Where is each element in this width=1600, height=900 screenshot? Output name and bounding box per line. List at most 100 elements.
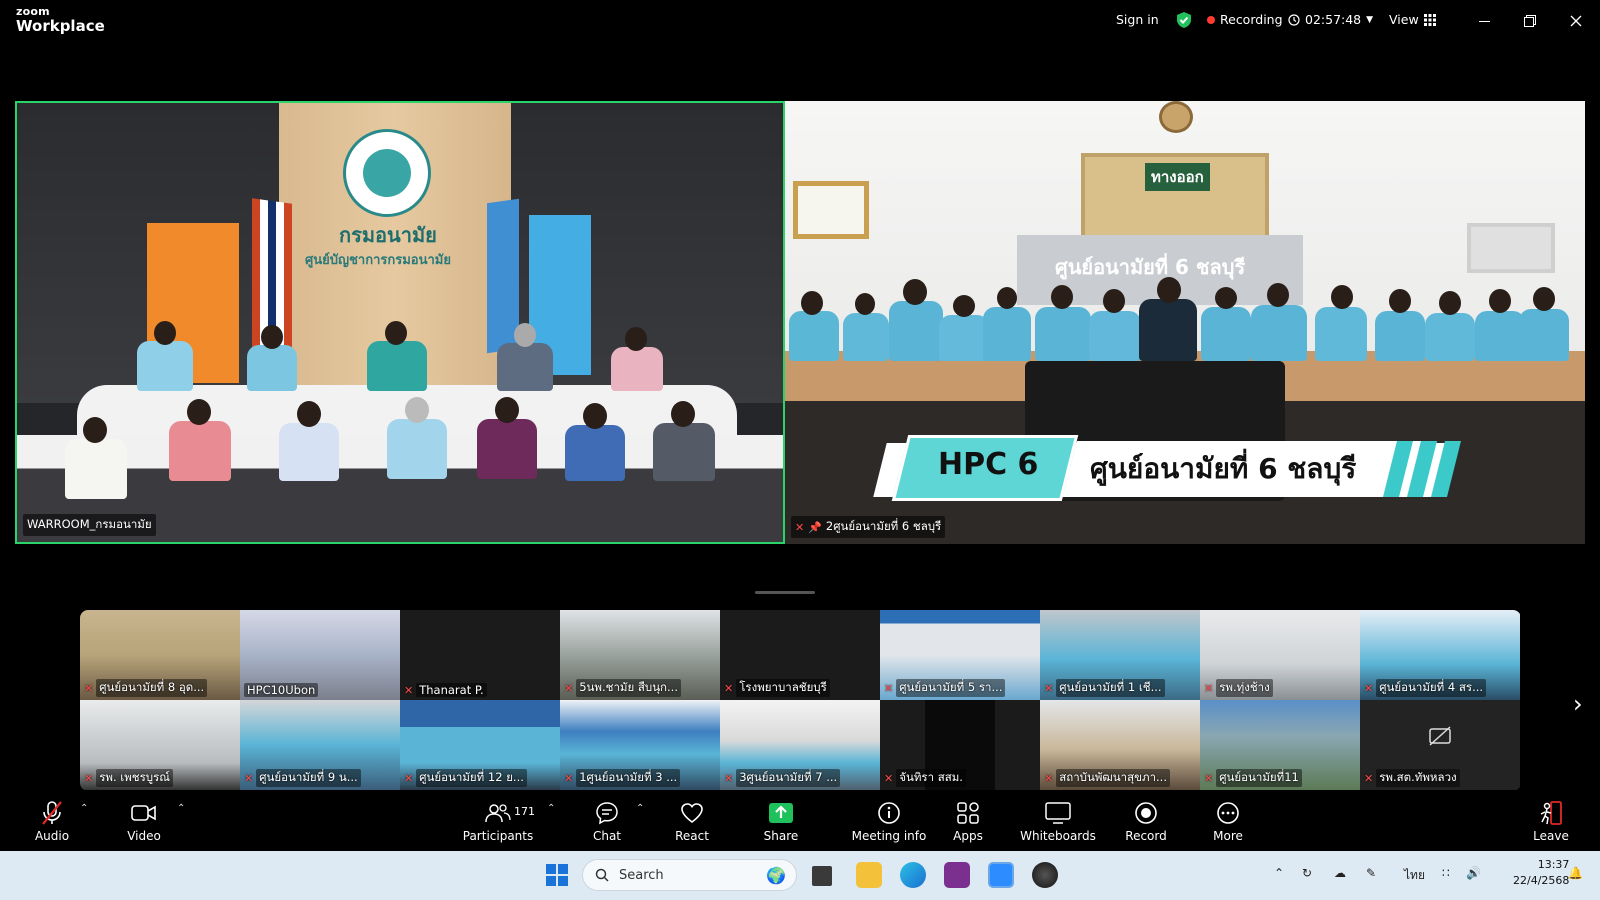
- chat-bubble-icon: [567, 799, 647, 827]
- participant-tile[interactable]: ✕ Thanarat P.: [400, 610, 560, 700]
- mic-muted-icon: ✕: [1044, 681, 1054, 695]
- mic-muted-icon: ✕: [724, 681, 734, 695]
- participant-tile[interactable]: ✕ 5นพ.ชามัย สืบนุก...: [560, 610, 720, 700]
- participant-tile[interactable]: ✕ จันทิรา สสม.: [880, 700, 1040, 790]
- chat-options-chevron-icon[interactable]: ⌃: [636, 803, 644, 814]
- pinned-video[interactable]: ทางออก ศูนย์อนามัยที่ 6 ชลบุรี HPC 6 ศูน…: [785, 101, 1585, 544]
- leave-button[interactable]: Leave: [1511, 799, 1591, 843]
- participant-name: ศูนย์อนามัยที่ 5 รา...: [896, 679, 1006, 697]
- file-explorer-icon[interactable]: [856, 862, 882, 888]
- react-label: React: [675, 829, 709, 843]
- record-button[interactable]: Record: [1106, 799, 1186, 843]
- pen-icon[interactable]: ✎: [1366, 866, 1376, 880]
- mic-muted-icon: ✕: [1364, 771, 1374, 785]
- chat-button[interactable]: Chat: [567, 799, 647, 843]
- edge-browser-icon[interactable]: [900, 862, 926, 888]
- sign-in-button[interactable]: Sign in: [1116, 12, 1159, 27]
- video-options-chevron-icon[interactable]: ⌃: [177, 803, 185, 814]
- participants-label: Participants: [462, 829, 534, 843]
- minimize-icon[interactable]: [1472, 10, 1496, 32]
- participant-tile[interactable]: ✕ ศูนย์อนามัยที่ 1 เชี...: [1040, 610, 1200, 700]
- hpc-name-text: ศูนย์อนามัยที่ 6 ชลบุรี: [1090, 452, 1357, 485]
- mic-muted-icon: ✕: [564, 681, 574, 695]
- mic-muted-icon: ✕: [404, 771, 414, 785]
- participant-tile[interactable]: ✕ สถาบันพัฒนาสุขภา...: [1040, 700, 1200, 790]
- meeting-timer[interactable]: 02:57:48 ▼: [1288, 12, 1373, 27]
- participants-options-chevron-icon[interactable]: ⌃: [547, 803, 555, 814]
- video-label: Video: [127, 829, 161, 843]
- participants-count-badge: 171: [514, 805, 535, 818]
- tray-expand-chevron-icon[interactable]: ⌃: [1274, 866, 1284, 880]
- participant-tile[interactable]: HPC10Ubon: [240, 610, 400, 700]
- speaker-name-label: WARROOM_กรมอนามัย: [27, 517, 152, 531]
- apps-button[interactable]: Apps: [928, 799, 1008, 843]
- pinned-name-label: 2ศูนย์อนามัยที่ 6 ชลบุรี: [825, 519, 942, 533]
- participant-name: Thanarat P.: [416, 683, 487, 697]
- meeting-toolbar: Audio ⌃ Video ⌃ Participants 171 ⌃ Chat …: [0, 793, 1600, 851]
- mic-muted-icon: ✕: [724, 771, 734, 785]
- participant-name: ศูนย์อนามัยที่ 1 เชี...: [1056, 679, 1165, 697]
- participant-tile[interactable]: ✕ รพ. เพชรบูรณ์: [80, 700, 240, 790]
- participant-name: รพ.ทุ่งช้าง: [1216, 679, 1273, 697]
- participant-tile[interactable]: ✕ ศูนย์อนามัยที่ 12 ย...: [400, 700, 560, 790]
- timer-label: 02:57:48: [1305, 12, 1362, 27]
- meeting-info-label: Meeting info: [851, 829, 927, 843]
- wifi-icon[interactable]: ∷: [1442, 866, 1450, 880]
- record-icon: [1106, 799, 1186, 827]
- next-page-chevron-icon[interactable]: ›: [1573, 690, 1583, 718]
- participant-tile[interactable]: ✕ ศูนย์อนามัยที่ 5 รา...: [880, 610, 1040, 700]
- sync-icon[interactable]: ↻: [1302, 866, 1312, 880]
- participant-tile[interactable]: ✕ โรงพยาบาลชัยบุรี: [720, 610, 880, 700]
- pdf-app-icon[interactable]: [944, 862, 970, 888]
- security-shield-icon[interactable]: [1176, 11, 1192, 29]
- zoom-app-icon[interactable]: [988, 862, 1014, 888]
- logo-workplace-text: Workplace: [16, 17, 105, 35]
- more-button[interactable]: More: [1188, 799, 1268, 843]
- participant-tile[interactable]: ✕ 3ศูนย์อนามัยที่ 7 ...: [720, 700, 880, 790]
- whiteboards-button[interactable]: Whiteboards: [1008, 799, 1108, 843]
- participant-tile[interactable]: ✕ ศูนย์อนามัยที่11: [1200, 700, 1360, 790]
- active-speaker-video[interactable]: กรมอนามัย ศูนย์บัญชาการกรมอนามัย WARROOM…: [15, 101, 785, 544]
- mic-muted-icon: ✕: [884, 771, 894, 785]
- video-button[interactable]: Video: [104, 799, 184, 843]
- windows-taskbar: Search 🌍 ⌃ ↻ ☁ ✎ ไทย ∷ 🔊 13:37 22/4/2568…: [0, 851, 1600, 900]
- taskbar-clock[interactable]: 13:37 22/4/2568: [1513, 857, 1569, 889]
- participant-tile[interactable]: ✕ ศูนย์อนามัยที่ 4 สร...: [1360, 610, 1520, 700]
- mic-muted-icon: ✕: [84, 681, 94, 695]
- volume-icon[interactable]: 🔊: [1466, 866, 1481, 880]
- wall-subtitle-text: ศูนย์บัญชาการกรมอนามัย: [305, 253, 451, 268]
- participant-tile[interactable]: ✕ รพ.สต.ทัพหลวง: [1360, 700, 1520, 790]
- react-button[interactable]: React: [652, 799, 732, 843]
- share-screen-icon: [741, 799, 821, 827]
- participant-tile[interactable]: ✕ ศูนย์อนามัยที่ 9 น...: [240, 700, 400, 790]
- close-icon[interactable]: [1564, 10, 1588, 32]
- clock-time: 13:37: [1537, 858, 1570, 871]
- view-button[interactable]: View: [1389, 12, 1436, 27]
- input-language-indicator[interactable]: ไทย: [1404, 866, 1425, 885]
- taskbar-search-box[interactable]: Search 🌍: [582, 859, 797, 891]
- mic-muted-icon: ✕: [1364, 681, 1374, 695]
- participant-tile[interactable]: ✕ ศูนย์อนามัยที่ 8 อุด...: [80, 610, 240, 700]
- participant-name: สถาบันพัฒนาสุขภา...: [1056, 769, 1170, 787]
- apps-label: Apps: [953, 829, 983, 843]
- task-view-icon[interactable]: [812, 866, 832, 886]
- recording-indicator[interactable]: Recording: [1207, 12, 1283, 27]
- pinned-name-tag: ✕ 📌 2ศูนย์อนามัยที่ 6 ชลบุรี: [791, 516, 946, 538]
- restore-icon[interactable]: [1518, 10, 1542, 32]
- cloud-off-icon[interactable]: ☁: [1334, 866, 1346, 880]
- mic-muted-icon: ✕: [795, 520, 805, 534]
- windows-start-icon[interactable]: [544, 862, 570, 888]
- screen-recorder-icon[interactable]: [1032, 862, 1058, 888]
- exit-sign-text: ทางออก: [1145, 163, 1210, 191]
- heart-icon: [652, 799, 732, 827]
- resize-handle[interactable]: [755, 591, 815, 594]
- notification-icon[interactable]: 🔔: [1568, 866, 1583, 880]
- participant-tile[interactable]: ✕ รพ.ทุ่งช้าง: [1200, 610, 1360, 700]
- participant-tile[interactable]: ✕ 1ศูนย์อนามัยที่ 3 ...: [560, 700, 720, 790]
- share-button[interactable]: Share: [741, 799, 821, 843]
- meeting-info-button[interactable]: Meeting info: [839, 799, 939, 843]
- apps-icon: [928, 799, 1008, 827]
- search-icon: [595, 868, 609, 882]
- audio-options-chevron-icon[interactable]: ⌃: [80, 803, 88, 814]
- view-label: View: [1389, 12, 1419, 27]
